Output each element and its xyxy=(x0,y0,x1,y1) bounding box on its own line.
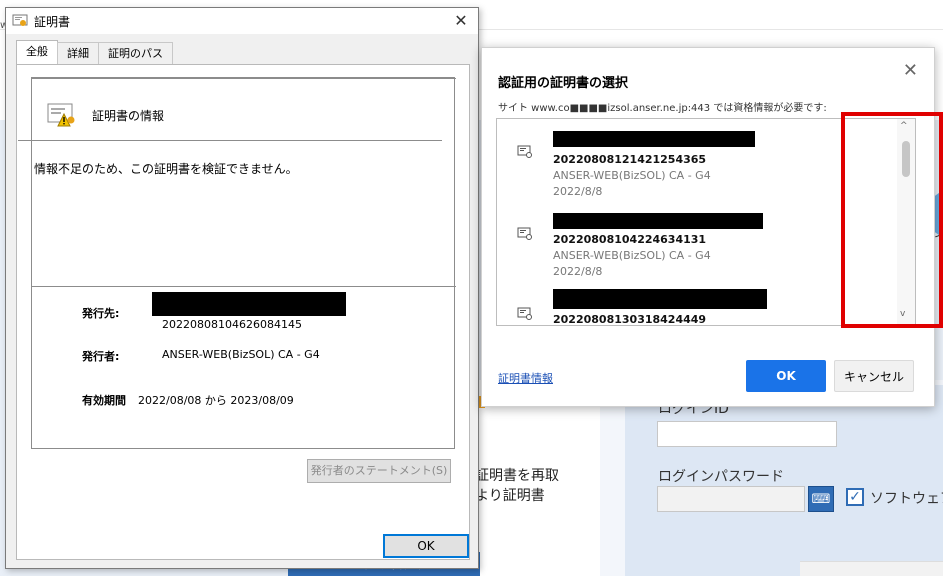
issuer-statement-button[interactable]: 発行者のステートメント(S) xyxy=(307,459,451,483)
reissue-text-line-2: より証明書 xyxy=(475,488,545,504)
tab-general[interactable]: 全般 xyxy=(16,40,58,64)
certificate-date: 2022/8/8 xyxy=(553,265,603,278)
certificate-info-title: 証明書の情報 xyxy=(92,108,165,123)
certificate-id: 20220808104224634131 xyxy=(553,233,707,246)
certificate-icon xyxy=(517,145,532,158)
site-credential-text: サイト www.co■■■■izsol.anser.ne.jp:443 では資格… xyxy=(498,103,827,114)
validity-separator: から xyxy=(204,394,227,407)
certificate-issuer: ANSER-WEB(BizSOL) CA - G4 xyxy=(553,169,711,182)
redaction-box xyxy=(152,292,346,316)
select-ok-button[interactable]: OK xyxy=(746,360,826,392)
close-icon[interactable]: ✕ xyxy=(452,12,470,30)
software-label: ソフトウェア xyxy=(870,491,943,507)
tab-certification-path[interactable]: 証明のパス xyxy=(98,42,173,64)
certificate-ok-button[interactable]: OK xyxy=(383,534,469,558)
fields-divider xyxy=(32,286,456,287)
certificate-warning-icon xyxy=(47,103,75,127)
reissue-text-line-1: 証明書を再取 xyxy=(475,468,559,484)
certificate-warning-text: 情報不足のため、この証明書を検証できません。 xyxy=(34,162,298,176)
certificate-window: 証明書 ✕ 全般 詳細 証明のパス 証明書の情報 情報不足のため、この証明書を検… xyxy=(5,7,479,569)
bottom-right-button[interactable] xyxy=(800,561,943,576)
keyboard-icon: ⌨ xyxy=(811,491,831,507)
reissue-text: 証明書を再取 より証明書 xyxy=(475,466,559,506)
close-icon[interactable]: ✕ xyxy=(903,60,918,81)
login-id-input[interactable] xyxy=(657,421,837,447)
certificate-tabs: 全般 詳細 証明のパス xyxy=(16,40,173,64)
certificate-date: 2022/8/8 xyxy=(553,185,603,198)
redaction-box xyxy=(553,131,755,147)
certificate-issuer: ANSER-WEB(BizSOL) CA - G4 xyxy=(553,249,711,262)
certificate-titlebar: 証明書 ✕ xyxy=(6,8,478,34)
validity-value: 2022/08/08 から 2023/08/09 xyxy=(138,392,294,408)
issued-to-value: 20220808104626084145 xyxy=(162,318,302,331)
list-item[interactable]: 20220808104224634131 ANSER-WEB(BizSOL) C… xyxy=(497,205,897,291)
select-dialog-title: 認証用の証明書の選択 xyxy=(498,76,629,91)
certificate-info-header: 証明書の情報 xyxy=(46,102,164,128)
software-checkbox[interactable]: ✓ xyxy=(846,488,864,506)
validity-to: 2023/08/09 xyxy=(230,394,294,407)
info-divider xyxy=(18,140,442,141)
redaction-box xyxy=(553,289,767,309)
certificate-icon xyxy=(517,227,532,240)
validity-label: 有効期間 xyxy=(82,394,126,407)
issued-by-label: 発行者: xyxy=(82,350,120,363)
redaction-box xyxy=(553,213,763,229)
list-item[interactable]: 20220808130318424449 xyxy=(497,285,897,326)
issued-by-value: ANSER-WEB(BizSOL) CA - G4 xyxy=(162,348,320,361)
validity-from: 2022/08/08 xyxy=(138,394,202,407)
certificate-icon xyxy=(12,14,28,26)
certificate-window-title: 証明書 xyxy=(34,14,71,29)
certificate-info-link[interactable]: 証明書情報 xyxy=(498,370,553,386)
login-password-input[interactable] xyxy=(657,486,805,512)
certificate-general-panel: 証明書の情報 情報不足のため、この証明書を検証できません。 発行先: 20220… xyxy=(16,64,470,560)
certificate-id: 20220808130318424449 xyxy=(553,313,707,326)
select-cancel-button[interactable]: キャンセル xyxy=(834,360,914,392)
software-keyboard-button[interactable]: ⌨ xyxy=(808,486,834,512)
login-password-label: ログインパスワード xyxy=(658,469,784,485)
issued-to-label: 発行先: xyxy=(82,307,120,320)
certificate-icon xyxy=(517,307,532,320)
red-highlight-box xyxy=(841,112,943,328)
list-item[interactable]: 20220808121421254365 ANSER-WEB(BizSOL) C… xyxy=(497,119,897,205)
certificate-id: 20220808121421254365 xyxy=(553,153,707,166)
certificate-info-box: 証明書の情報 情報不足のため、この証明書を検証できません。 発行先: 20220… xyxy=(18,77,456,449)
tab-details[interactable]: 詳細 xyxy=(57,42,99,64)
